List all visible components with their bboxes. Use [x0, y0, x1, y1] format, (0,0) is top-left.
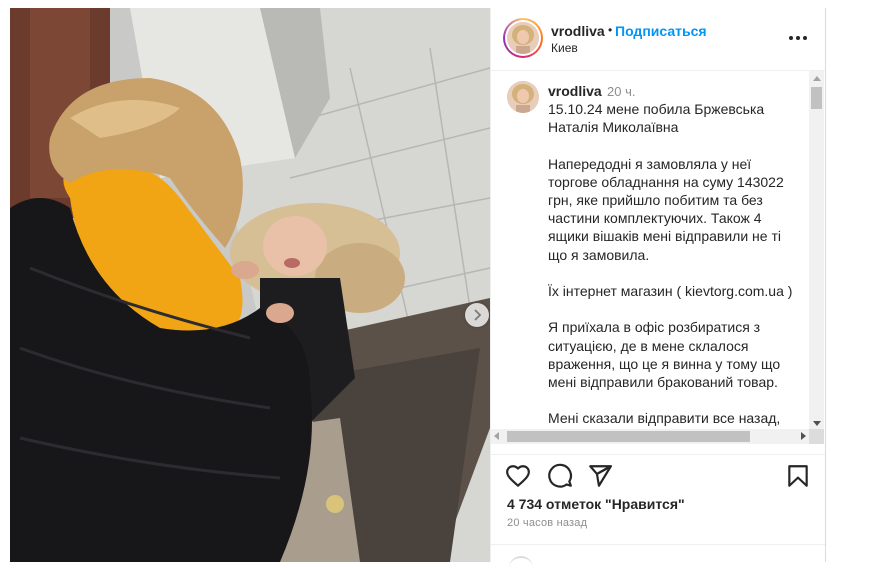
caption-username[interactable]: vrodliva: [548, 83, 602, 99]
post-photo: [10, 8, 490, 562]
scroll-right-icon[interactable]: [801, 432, 806, 440]
avatar-image: [507, 22, 539, 54]
more-horizontal-icon[interactable]: [787, 28, 809, 48]
horizontal-scrollbar[interactable]: [491, 429, 809, 444]
avatar[interactable]: [503, 18, 543, 58]
post-details-panel: vrodliva • Подписаться Киев vrodliva 20 …: [490, 8, 826, 562]
action-bar: [491, 454, 825, 495]
post-header: vrodliva • Подписаться Киев: [491, 8, 825, 71]
chevron-right-icon: [474, 309, 482, 321]
follow-button[interactable]: Подписаться: [615, 23, 707, 39]
paper-plane-icon[interactable]: [587, 463, 613, 489]
likes-count[interactable]: 4 734 отметок "Нравится": [507, 496, 685, 512]
comment-icon[interactable]: [547, 463, 573, 489]
header-username[interactable]: vrodliva: [551, 23, 605, 39]
photo-scene: [10, 8, 490, 562]
post-timestamp[interactable]: 20 часов назад: [507, 517, 587, 529]
caption-section: vrodliva 20 ч. 15.10.24 мене побила Брже…: [491, 71, 825, 439]
heart-icon[interactable]: [505, 463, 531, 489]
caption-text: 15.10.24 мене побила Бржевська Наталія М…: [548, 101, 793, 439]
caption-time: 20 ч.: [607, 84, 636, 99]
scroll-up-icon[interactable]: [813, 76, 821, 81]
horizontal-scroll-thumb[interactable]: [507, 431, 750, 442]
bookmark-icon[interactable]: [785, 463, 811, 489]
scroll-down-icon[interactable]: [813, 421, 821, 426]
separator-dot: •: [608, 23, 613, 37]
scroll-left-icon[interactable]: [494, 432, 499, 440]
caption-avatar[interactable]: [507, 81, 539, 113]
scrollbar-corner: [809, 429, 824, 444]
location-link[interactable]: Киев: [551, 41, 578, 55]
vertical-scrollbar[interactable]: [809, 71, 824, 429]
vertical-scroll-thumb[interactable]: [811, 87, 822, 109]
add-comment-bar[interactable]: [491, 544, 825, 563]
next-photo-button[interactable]: [465, 303, 489, 327]
emoji-icon[interactable]: [509, 556, 533, 568]
